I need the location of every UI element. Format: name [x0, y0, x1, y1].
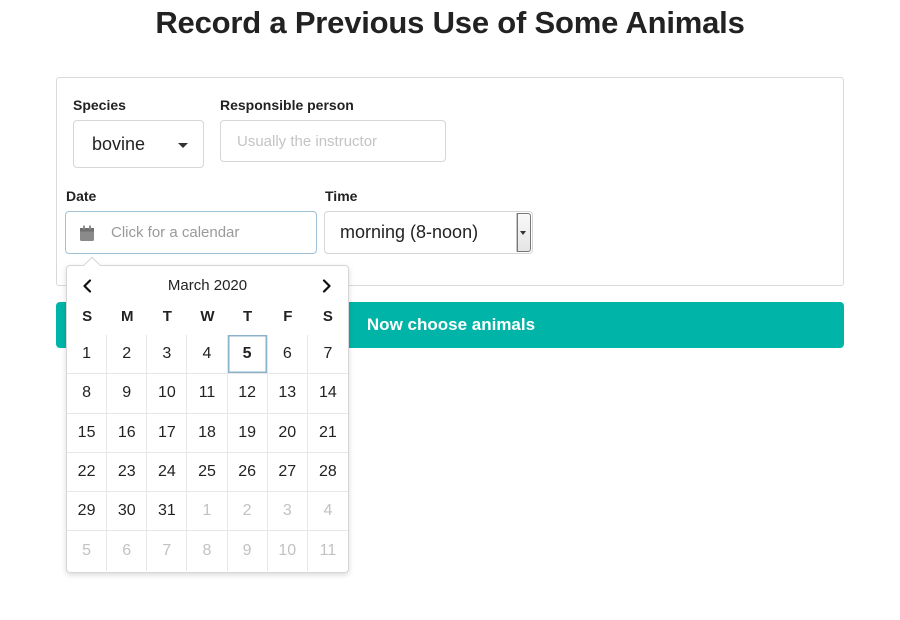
weekday-label: T	[162, 308, 172, 325]
calendar-day[interactable]: 5	[67, 531, 108, 571]
choose-animals-button-label: Now choose animals	[366, 315, 536, 334]
responsible-person-input[interactable]	[220, 120, 446, 162]
calendar-day[interactable]: 4	[187, 335, 228, 375]
calendar-day[interactable]: 29	[67, 492, 108, 532]
chevron-right-icon[interactable]	[316, 275, 338, 297]
calendar-day[interactable]: 5	[227, 335, 268, 375]
page-title: Record a Previous Use of Some Animals	[155, 5, 745, 40]
caret-down-icon	[178, 143, 188, 148]
calendar-day[interactable]: 8	[67, 374, 108, 414]
time-label: Time	[325, 188, 358, 204]
weekday-label: S	[82, 308, 93, 325]
calendar-day[interactable]: 18	[187, 413, 228, 453]
calendar-day[interactable]: 9	[228, 531, 268, 571]
calendar-day-grid: 1 2 3 4 5 6 7 8 9 10 11 12 13 14 15 16 17 18 19 20 21 22 23 24 2…	[67, 335, 348, 571]
calendar-day[interactable]: 15	[67, 413, 108, 453]
time-value: morning (8-noon)	[340, 222, 479, 242]
calendar-day[interactable]: 10	[147, 374, 188, 414]
weekday-label: W	[200, 308, 215, 325]
calendar-day[interactable]: 11	[308, 531, 348, 570]
calendar-day[interactable]: 7	[307, 335, 348, 375]
calendar-day[interactable]: 20	[267, 413, 308, 453]
calendar-day[interactable]: 9	[107, 374, 148, 414]
calendar-day[interactable]: 6	[107, 531, 148, 571]
caret-down-icon	[520, 231, 526, 235]
calendar-day[interactable]: 13	[267, 374, 308, 414]
form-panel	[56, 77, 844, 286]
weekday-label: T	[243, 308, 253, 325]
date-field[interactable]	[65, 211, 317, 254]
calendar-day[interactable]: 16	[107, 413, 148, 453]
calendar-day[interactable]: 11	[187, 374, 228, 414]
calendar-day[interactable]: 2	[227, 492, 268, 532]
species-select[interactable]: bovine	[73, 120, 204, 168]
calendar-day[interactable]: 31	[147, 492, 188, 532]
calendar-day[interactable]: 19	[227, 413, 268, 453]
calendar-day[interactable]: 22	[67, 452, 108, 493]
weekday-row: S M T W T F S	[67, 308, 348, 325]
calendar-day[interactable]: 25	[187, 452, 228, 493]
calendar-day[interactable]: 1	[187, 492, 228, 532]
calendar-day[interactable]: 26	[227, 452, 268, 493]
calendar-day[interactable]: 7	[147, 531, 188, 571]
calendar-day[interactable]: 3	[147, 335, 188, 375]
calendar-day[interactable]: 14	[307, 374, 348, 414]
date-input[interactable]	[109, 223, 299, 242]
responsible-person-label: Responsible person	[220, 97, 354, 113]
species-label: Species	[73, 97, 126, 113]
calendar-day[interactable]: 28	[307, 453, 348, 493]
date-picker-popup: March 2020 S M T W T F S 1 2 3 4 5 6 7 8 9 10 11 12…	[66, 256, 349, 573]
calendar-day[interactable]: 17	[147, 413, 188, 453]
species-value: bovine	[92, 133, 146, 154]
date-label: Date	[66, 188, 97, 204]
weekday-label: S	[322, 308, 333, 325]
time-select[interactable]: morning (8-noon)	[324, 211, 533, 254]
calendar-day[interactable]: 8	[187, 531, 228, 571]
calendar-day[interactable]: 4	[307, 492, 348, 532]
calendar-day[interactable]: 27	[267, 452, 308, 493]
calendar-icon	[80, 225, 96, 241]
calendar-day[interactable]: 10	[268, 531, 308, 571]
calendar-day[interactable]: 21	[307, 414, 348, 453]
time-dropdown-toggle[interactable]	[516, 213, 531, 252]
calendar-day[interactable]: 23	[107, 452, 148, 493]
calendar-header: March 2020	[67, 266, 348, 306]
calendar-day[interactable]: 1	[67, 335, 108, 375]
calendar-day[interactable]: 3	[267, 492, 308, 532]
calendar-day[interactable]: 6	[267, 335, 308, 375]
calendar-day[interactable]: 2	[107, 335, 148, 375]
calendar-day[interactable]: 24	[147, 452, 188, 493]
weekday-label: M	[120, 308, 134, 325]
calendar-day[interactable]: 30	[107, 492, 148, 532]
weekday-label: F	[283, 308, 293, 325]
calendar-month-label: March 2020	[167, 277, 248, 294]
calendar-day[interactable]: 12	[227, 374, 268, 414]
